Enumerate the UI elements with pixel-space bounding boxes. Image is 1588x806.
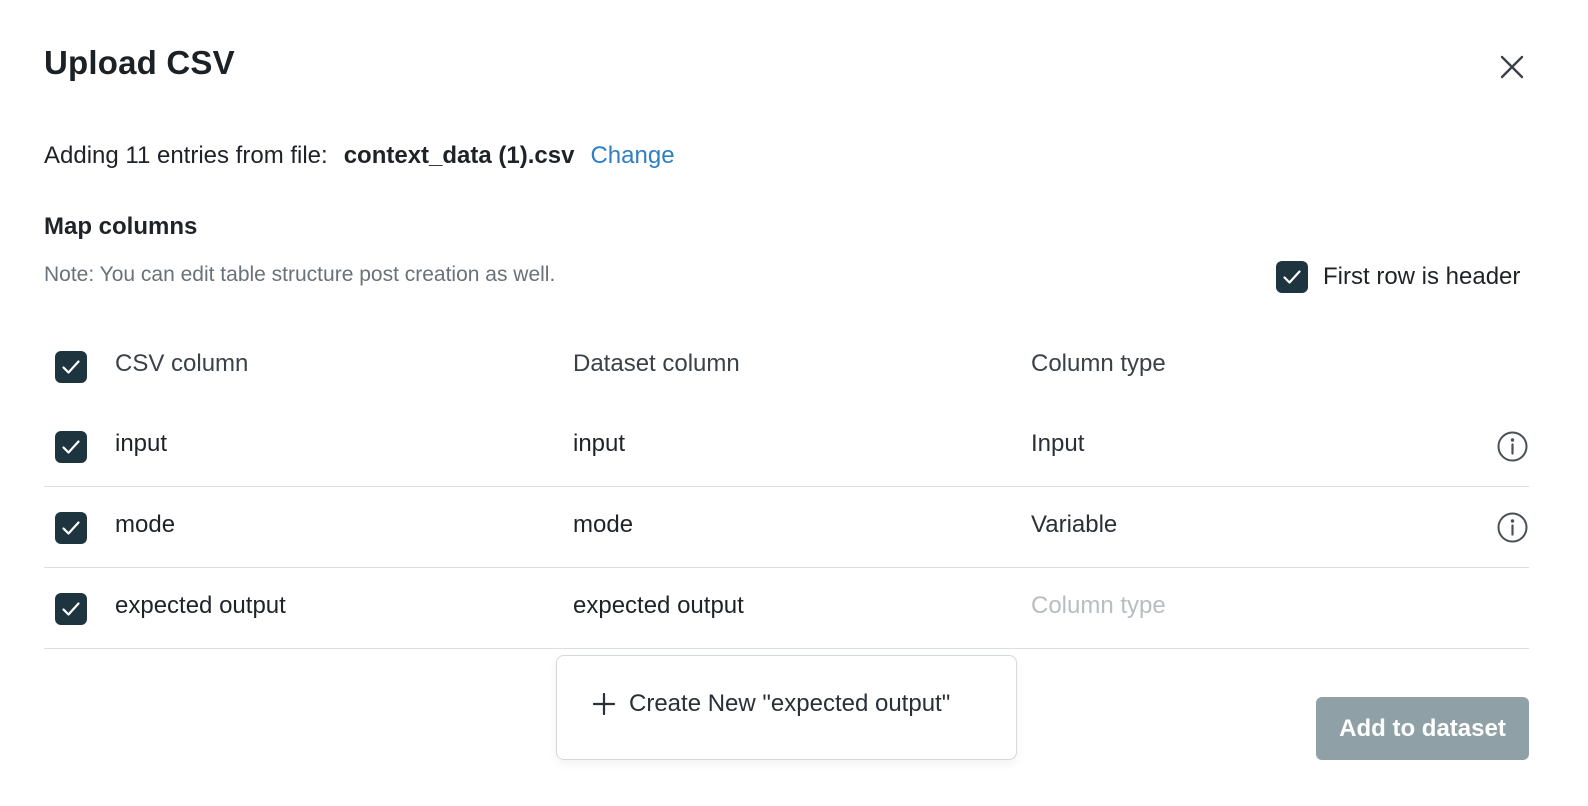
table-row: mode mode Variable xyxy=(44,487,1529,568)
dialog-title: Upload CSV xyxy=(44,44,235,81)
plus-icon xyxy=(591,691,617,717)
column-type-select[interactable]: Variable xyxy=(1031,511,1117,539)
file-info: Adding 11 entries from file: context_dat… xyxy=(44,142,675,170)
check-icon xyxy=(62,360,80,374)
header-csv-column: CSV column xyxy=(115,350,249,377)
dataset-column-name[interactable]: input xyxy=(573,430,625,458)
table-header-row: CSV column Dataset column Column type xyxy=(44,326,1529,406)
map-columns-heading: Map columns xyxy=(44,213,198,240)
note-text: Note: You can edit table structure post … xyxy=(44,263,556,286)
csv-column-name: input xyxy=(115,430,168,457)
check-icon xyxy=(1283,270,1301,284)
dataset-column-name[interactable]: expected output xyxy=(573,592,744,620)
csv-column-name: expected output xyxy=(115,592,286,619)
header-column-type: Column type xyxy=(1031,350,1166,377)
column-mapping-table: CSV column Dataset column Column type in… xyxy=(44,326,1529,649)
row-checkbox[interactable] xyxy=(55,512,87,544)
column-type-dropdown: Create New "expected output" xyxy=(556,655,1017,760)
change-file-link[interactable]: Change xyxy=(590,142,674,170)
add-to-dataset-button[interactable]: Add to dataset xyxy=(1316,697,1529,760)
table-row: expected output expected output Column t… xyxy=(44,568,1529,649)
row-checkbox[interactable] xyxy=(55,593,87,625)
dataset-column-name[interactable]: mode xyxy=(573,511,633,539)
first-row-header-toggle[interactable]: First row is header xyxy=(1276,261,1520,293)
first-row-header-checkbox[interactable] xyxy=(1276,261,1308,293)
header-dataset-column: Dataset column xyxy=(573,350,740,377)
close-button[interactable] xyxy=(1494,49,1530,85)
select-all-checkbox[interactable] xyxy=(55,351,87,383)
info-icon[interactable] xyxy=(1496,430,1529,463)
row-checkbox[interactable] xyxy=(55,431,87,463)
column-type-select[interactable]: Input xyxy=(1031,430,1084,458)
first-row-header-label: First row is header xyxy=(1323,263,1521,290)
close-icon xyxy=(1500,55,1524,79)
check-icon xyxy=(62,440,80,454)
create-new-option[interactable]: Create New "expected output" xyxy=(591,690,950,718)
file-name: context_data (1).csv xyxy=(343,142,575,169)
table-row: input input Input xyxy=(44,406,1529,487)
column-type-input[interactable]: Column type xyxy=(1031,592,1166,620)
check-icon xyxy=(62,521,80,535)
csv-column-name: mode xyxy=(115,511,176,538)
upload-csv-dialog: Upload CSV Adding 11 entries from file: … xyxy=(0,0,1588,806)
info-icon[interactable] xyxy=(1496,511,1529,544)
file-info-label: Adding 11 entries from file: xyxy=(44,142,328,169)
create-new-label: Create New "expected output" xyxy=(629,690,951,717)
check-icon xyxy=(62,602,80,616)
